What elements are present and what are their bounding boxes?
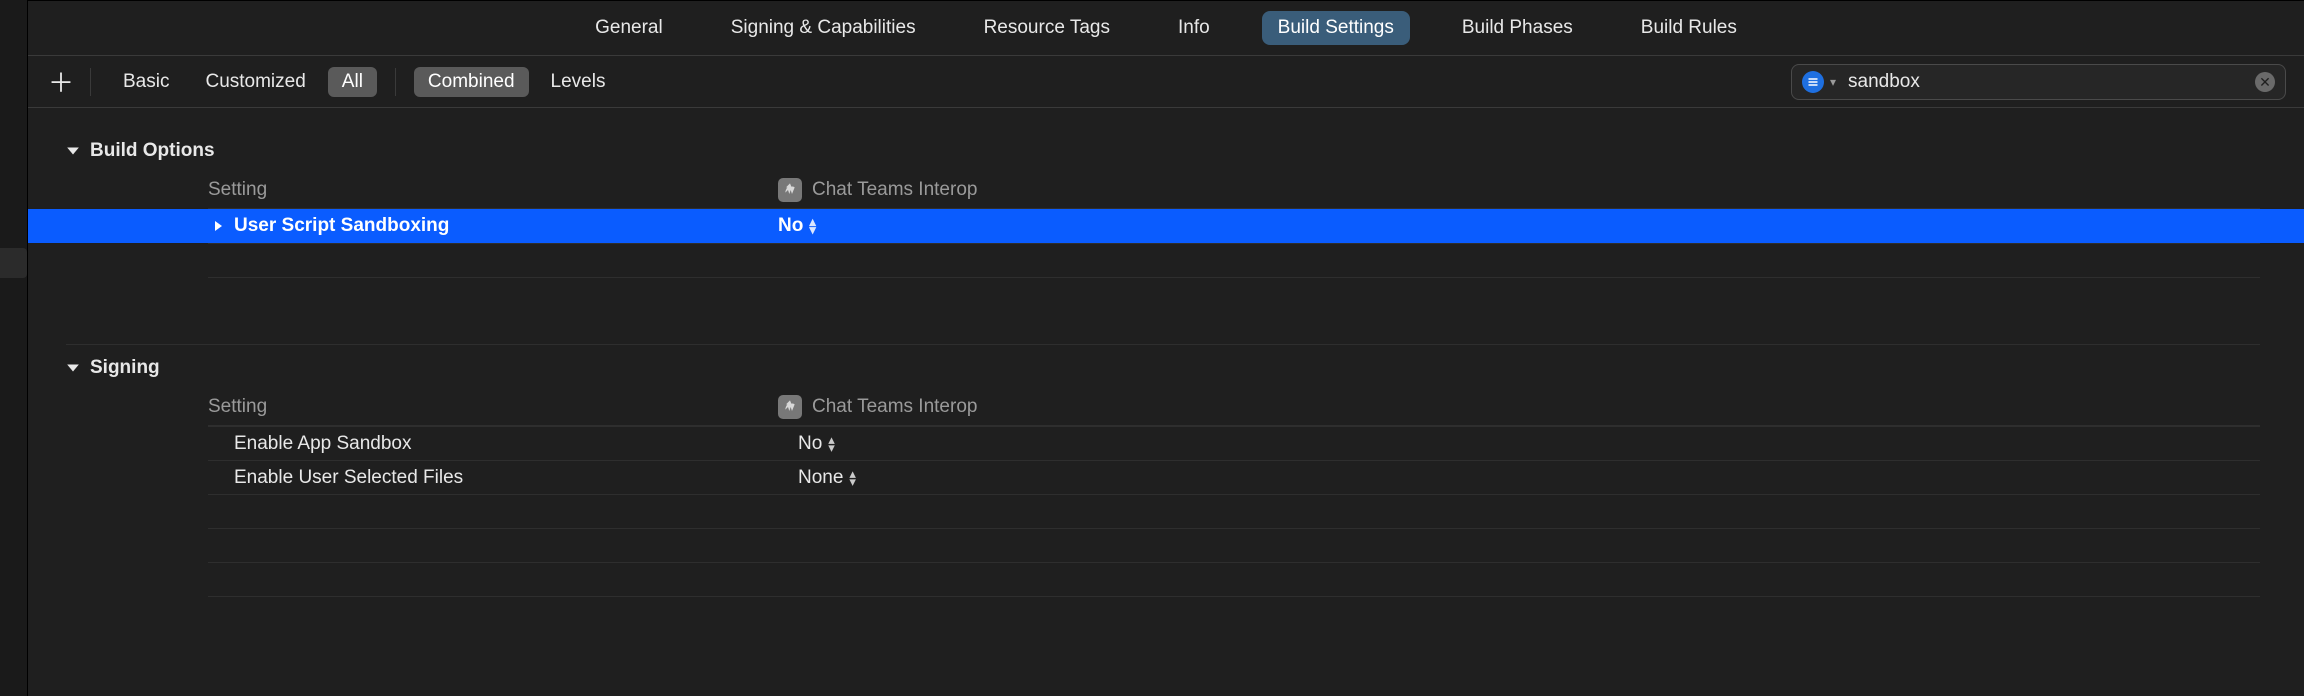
stepper-icon: ▴▾	[828, 436, 835, 452]
view-segmented-control: Combined Levels	[410, 67, 624, 97]
scope-all[interactable]: All	[328, 67, 377, 97]
tab-general[interactable]: General	[579, 11, 679, 45]
navigator-gutter	[0, 0, 28, 696]
column-target: Chat Teams Interop	[778, 178, 2260, 202]
empty-row	[208, 528, 2260, 562]
scope-basic[interactable]: Basic	[109, 67, 183, 97]
column-headers: Setting Chat Teams Interop	[208, 389, 2260, 426]
section-title: Signing	[90, 357, 160, 379]
chevron-down-icon	[66, 361, 80, 375]
setting-label: Enable App Sandbox	[234, 433, 412, 455]
search-input[interactable]	[1846, 70, 2245, 94]
tab-resource-tags[interactable]: Resource Tags	[968, 11, 1126, 45]
tab-build-phases[interactable]: Build Phases	[1446, 11, 1589, 45]
divider	[90, 68, 91, 96]
search-scope-icon[interactable]	[1802, 71, 1824, 93]
search-field[interactable]: ▾ ✕	[1791, 64, 2286, 100]
stepper-icon: ▴▾	[809, 218, 816, 234]
app-icon	[778, 178, 802, 202]
divider	[395, 68, 396, 96]
empty-row	[208, 494, 2260, 528]
tab-info[interactable]: Info	[1162, 11, 1226, 45]
empty-row	[208, 562, 2260, 596]
clear-search-button[interactable]: ✕	[2255, 72, 2275, 92]
add-build-setting-button[interactable]: ＋	[46, 67, 76, 97]
stepper-icon: ▴▾	[849, 470, 856, 486]
chevron-down-icon	[66, 144, 80, 158]
view-combined[interactable]: Combined	[414, 67, 529, 97]
view-levels[interactable]: Levels	[537, 67, 620, 97]
setting-value[interactable]: No ▴▾	[778, 215, 2260, 237]
setting-row-enable-app-sandbox[interactable]: Enable App Sandbox No ▴▾	[208, 426, 2260, 460]
setting-value[interactable]: None ▴▾	[798, 467, 2260, 489]
scope-segmented-control: Basic Customized All	[105, 67, 381, 97]
setting-row-enable-user-selected-files[interactable]: Enable User Selected Files None ▴▾	[208, 460, 2260, 494]
tab-build-rules[interactable]: Build Rules	[1625, 11, 1753, 45]
column-target: Chat Teams Interop	[778, 395, 2260, 419]
empty-row	[208, 243, 2260, 277]
filter-bar: ＋ Basic Customized All Combined Levels ▾…	[28, 56, 2304, 108]
target-name: Chat Teams Interop	[812, 396, 977, 418]
tab-signing-capabilities[interactable]: Signing & Capabilities	[715, 11, 932, 45]
chevron-right-icon[interactable]	[212, 221, 224, 231]
setting-label: User Script Sandboxing	[234, 215, 449, 237]
target-tabs: General Signing & Capabilities Resource …	[28, 0, 2304, 56]
build-settings-content: Build Options Setting Chat Teams Interop…	[28, 108, 2304, 696]
empty-row	[208, 596, 2260, 630]
section-header-signing[interactable]: Signing	[28, 345, 2304, 389]
chevron-down-icon[interactable]: ▾	[1830, 75, 1836, 89]
target-name: Chat Teams Interop	[812, 179, 977, 201]
setting-row-user-script-sandboxing[interactable]: User Script Sandboxing No ▴▾	[28, 209, 2304, 243]
section-header-build-options[interactable]: Build Options	[28, 140, 2304, 172]
scope-customized[interactable]: Customized	[191, 67, 319, 97]
section-title: Build Options	[90, 140, 215, 162]
setting-label: Enable User Selected Files	[234, 467, 463, 489]
setting-value[interactable]: No ▴▾	[798, 433, 2260, 455]
tab-build-settings[interactable]: Build Settings	[1262, 11, 1410, 45]
app-icon	[778, 395, 802, 419]
column-headers: Setting Chat Teams Interop	[208, 172, 2260, 209]
